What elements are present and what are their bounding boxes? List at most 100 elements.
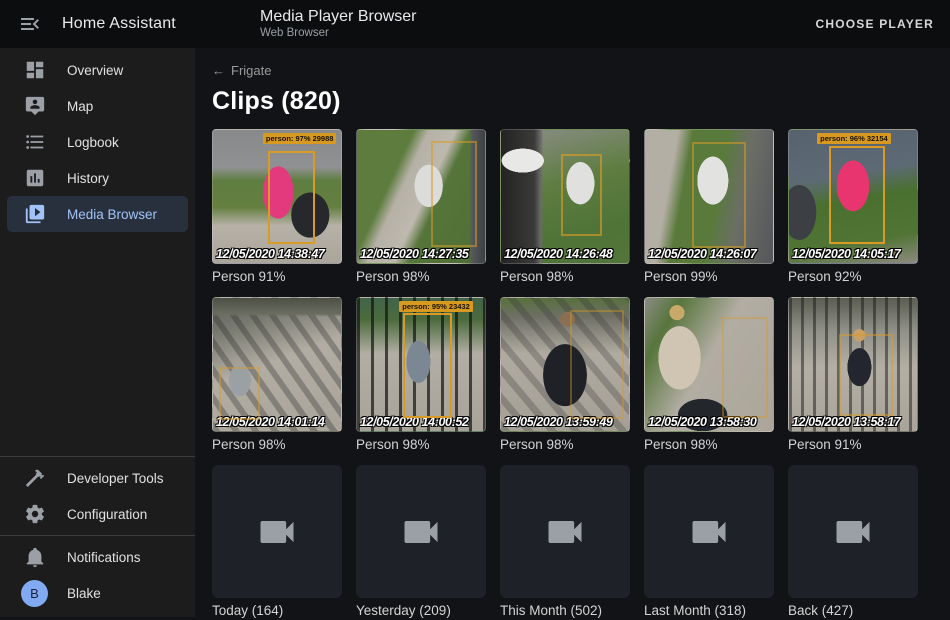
clip-card: 12/05/2020 14:26:48 Person 98% [500, 129, 630, 286]
detection-box [692, 142, 746, 248]
video-camera-icon [687, 510, 731, 554]
player-title: Media Player Browser [260, 8, 417, 26]
clip-label: Person 98% [212, 437, 342, 454]
detection-box [829, 146, 885, 244]
clip-timestamp: 12/05/2020 14:26:07 [648, 247, 756, 261]
clip-timestamp: 12/05/2020 14:26:48 [504, 247, 612, 261]
app-bar-left: Home Assistant [0, 12, 195, 36]
choose-player-button[interactable]: CHOOSE PLAYER [803, 9, 946, 39]
menu-open-icon[interactable] [18, 12, 42, 36]
detection-box [268, 151, 315, 244]
clip-label: Person 98% [500, 269, 630, 286]
clips-grid: person: 97% 29988 12/05/2020 14:38:47 Pe… [212, 129, 950, 620]
clip-card: 12/05/2020 14:01:14 Person 98% [212, 297, 342, 454]
bell-icon [24, 546, 46, 568]
folder-label: Last Month (318) [644, 603, 774, 620]
player-subtitle: Web Browser [260, 27, 417, 40]
detection-box [722, 317, 768, 418]
map-icon [24, 95, 46, 117]
hammer-icon [24, 467, 46, 489]
clip-timestamp: 12/05/2020 14:38:47 [216, 247, 324, 261]
dashboard-icon [24, 59, 46, 81]
clip-label: Person 99% [644, 269, 774, 286]
sidebar-item-media-browser[interactable]: Media Browser [7, 196, 188, 232]
clip-thumbnail[interactable]: 12/05/2020 14:27:35 [356, 129, 486, 264]
clip-thumbnail[interactable]: 12/05/2020 14:01:14 [212, 297, 342, 432]
folder-card: Today (164) [212, 465, 342, 620]
detection-chip: person: 97% 29988 [263, 133, 337, 144]
avatar: B [21, 580, 48, 607]
clip-card: 12/05/2020 13:58:30 Person 98% [644, 297, 774, 454]
sidebar-item-map[interactable]: Map [7, 88, 188, 124]
clip-thumbnail[interactable]: 12/05/2020 13:58:17 [788, 297, 918, 432]
video-camera-icon [399, 510, 443, 554]
list-icon [24, 131, 46, 153]
sidebar-item-configuration[interactable]: Configuration [7, 496, 188, 532]
detection-box [431, 141, 477, 247]
clip-card: 12/05/2020 13:58:17 Person 91% [788, 297, 918, 454]
app-title: Home Assistant [62, 15, 176, 33]
detection-chip: person: 95% 23432 [399, 301, 473, 312]
breadcrumb-back[interactable]: ← Frigate [212, 63, 271, 78]
clip-card: 12/05/2020 13:59:49 Person 98% [500, 297, 630, 454]
detection-box [570, 310, 624, 419]
sidebar-item-developer-tools[interactable]: Developer Tools [7, 460, 188, 496]
sidebar-item-history[interactable]: History [7, 160, 188, 196]
folder-thumbnail-today[interactable] [212, 465, 342, 598]
clip-label: Person 92% [788, 269, 918, 286]
main-content: ← Frigate Clips (820) person: 97% 29988 … [195, 48, 950, 617]
folder-card: This Month (502) [500, 465, 630, 620]
clip-timestamp: 12/05/2020 14:27:35 [360, 247, 468, 261]
folder-card: Back (427) [788, 465, 918, 620]
clip-thumbnail[interactable]: person: 95% 23432 12/05/2020 14:00:52 [356, 297, 486, 432]
folder-thumbnail-back[interactable] [788, 465, 918, 598]
folder-label: Back (427) [788, 603, 918, 620]
media-browser-icon [24, 203, 46, 225]
page-title: Clips (820) [212, 87, 950, 116]
sidebar-divider-bottom [0, 535, 195, 536]
clip-thumbnail[interactable]: 12/05/2020 13:59:49 [500, 297, 630, 432]
video-camera-icon [543, 510, 587, 554]
sidebar-item-overview[interactable]: Overview [7, 52, 188, 88]
clip-card: person: 97% 29988 12/05/2020 14:38:47 Pe… [212, 129, 342, 286]
folder-label: Today (164) [212, 603, 342, 620]
folder-label: Yesterday (209) [356, 603, 486, 620]
clip-thumbnail[interactable]: 12/05/2020 14:26:07 [644, 129, 774, 264]
sidebar-item-notifications[interactable]: Notifications [7, 539, 188, 575]
clip-card: 12/05/2020 14:26:07 Person 99% [644, 129, 774, 286]
detection-box [839, 334, 893, 416]
clip-thumbnail[interactable]: 12/05/2020 13:58:30 [644, 297, 774, 432]
sidebar-item-user[interactable]: B Blake [7, 575, 188, 611]
detection-chip: person: 96% 32154 [817, 133, 891, 144]
clip-thumbnail[interactable]: 12/05/2020 14:26:48 [500, 129, 630, 264]
breadcrumb-label: Frigate [231, 63, 271, 78]
folder-thumbnail-last-month[interactable] [644, 465, 774, 598]
clip-thumbnail[interactable]: person: 96% 32154 12/05/2020 14:05:17 [788, 129, 918, 264]
folder-card: Last Month (318) [644, 465, 774, 620]
sidebar-item-logbook[interactable]: Logbook [7, 124, 188, 160]
folder-card: Yesterday (209) [356, 465, 486, 620]
clip-label: Person 91% [788, 437, 918, 454]
player-header: Media Player Browser Web Browser [260, 8, 417, 41]
clip-card: person: 96% 32154 12/05/2020 14:05:17 Pe… [788, 129, 918, 286]
video-camera-icon [831, 510, 875, 554]
clip-timestamp: 12/05/2020 14:05:17 [792, 247, 900, 261]
clip-card: person: 95% 23432 12/05/2020 14:00:52 Pe… [356, 297, 486, 454]
clip-label: Person 98% [356, 437, 486, 454]
chart-icon [24, 167, 46, 189]
detection-box [561, 154, 602, 236]
sidebar-divider-top [0, 456, 195, 457]
video-camera-icon [255, 510, 299, 554]
clip-thumbnail[interactable]: person: 97% 29988 12/05/2020 14:38:47 [212, 129, 342, 264]
app-bar: Home Assistant Media Player Browser Web … [0, 0, 950, 48]
clip-label: Person 98% [644, 437, 774, 454]
gear-icon [24, 503, 46, 525]
detection-box [219, 367, 260, 420]
clip-label: Person 98% [356, 269, 486, 286]
clip-timestamp: 12/05/2020 13:58:17 [792, 415, 900, 429]
folder-thumbnail-this-month[interactable] [500, 465, 630, 598]
detection-box [403, 313, 452, 418]
folder-thumbnail-yesterday[interactable] [356, 465, 486, 598]
back-arrow-icon: ← [212, 63, 225, 78]
clip-label: Person 91% [212, 269, 342, 286]
